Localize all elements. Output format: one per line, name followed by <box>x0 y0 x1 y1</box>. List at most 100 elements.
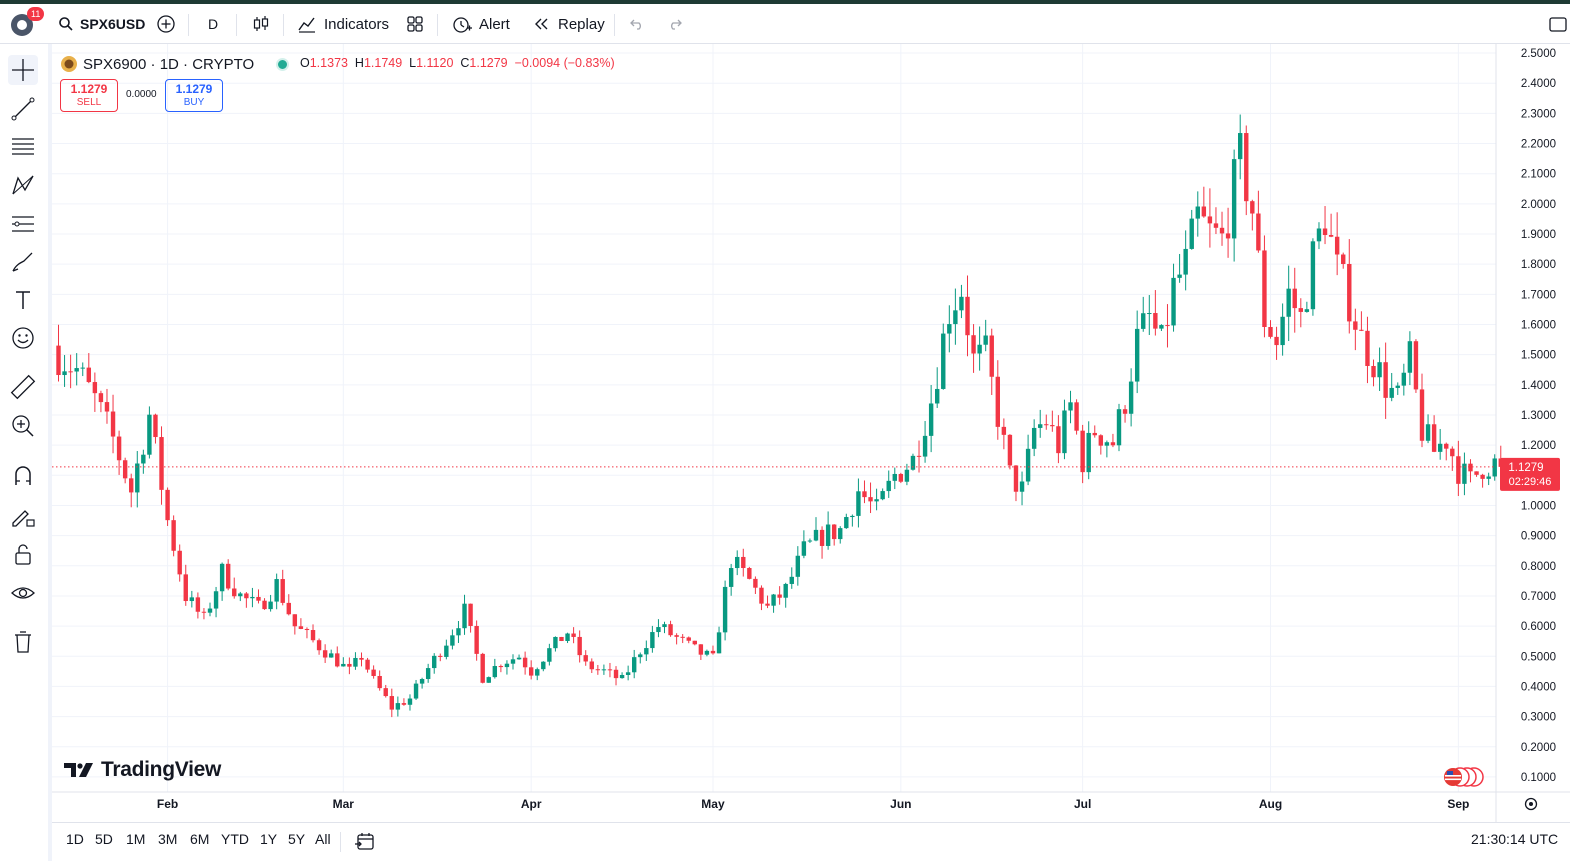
candle-body <box>468 603 473 626</box>
candle-body <box>135 463 140 493</box>
candle-body <box>292 614 298 627</box>
candle-body <box>1183 248 1188 275</box>
tool-crosshair[interactable] <box>8 55 38 85</box>
fullscreen-button[interactable] <box>1548 4 1568 44</box>
candle-body <box>110 411 116 437</box>
candle-body <box>1165 325 1170 327</box>
legend-title[interactable]: SPX6900 · 1D · CRYPTO <box>83 56 254 73</box>
candle-body <box>1086 432 1091 473</box>
replay-button[interactable]: Replay <box>532 4 605 44</box>
window-icon <box>1549 17 1567 32</box>
tool-lock[interactable] <box>8 539 38 569</box>
utc-clock[interactable]: 21:30:14 UTC <box>1471 831 1558 847</box>
tool-ruler[interactable] <box>8 372 38 402</box>
candle-body <box>335 653 340 667</box>
tool-eye[interactable] <box>8 578 38 608</box>
candle-body <box>207 608 213 613</box>
tool-magnet[interactable] <box>8 461 38 491</box>
price-axis-label: 0.9000 <box>1521 531 1556 543</box>
candle-body <box>1347 263 1352 322</box>
candle-body <box>304 628 310 631</box>
tool-fib[interactable] <box>8 132 38 162</box>
price-axis-label: 1.6000 <box>1521 320 1556 332</box>
range-button-1m[interactable]: 1M <box>126 831 145 847</box>
sell-button[interactable]: 1.1279 SELL <box>60 79 118 112</box>
candle-body <box>983 335 988 345</box>
indicators-icon <box>298 17 315 33</box>
candle-body <box>1456 456 1461 484</box>
candle-body <box>1031 427 1037 449</box>
price-axis-label: 0.8000 <box>1521 561 1556 573</box>
undo-button[interactable] <box>628 4 646 44</box>
zoom-in-icon <box>12 415 34 437</box>
candle-body <box>1486 476 1491 479</box>
candle-body <box>450 635 455 646</box>
candle-body <box>801 541 807 556</box>
candle-body <box>1110 442 1116 446</box>
candle-body <box>844 517 849 529</box>
price-axis-label: 0.5000 <box>1521 651 1556 663</box>
buy-button[interactable]: 1.1279 BUY <box>165 79 223 112</box>
candle-body <box>1238 133 1243 160</box>
tool-trendline[interactable] <box>8 94 38 124</box>
range-button-3m[interactable]: 3M <box>158 831 177 847</box>
candle-body <box>322 650 328 658</box>
price-axis-label: 0.2000 <box>1521 742 1556 754</box>
candle-body <box>1080 430 1085 473</box>
market-status-dot[interactable] <box>276 57 290 71</box>
compare-button[interactable] <box>156 4 176 44</box>
tool-zoom-in[interactable] <box>8 411 38 441</box>
tool-brush[interactable] <box>8 247 38 277</box>
fib-icon <box>12 138 34 155</box>
redo-button[interactable] <box>666 4 684 44</box>
notification-badge: 11 <box>27 7 45 21</box>
range-button-5d[interactable]: 5D <box>95 831 113 847</box>
range-button-all[interactable]: All <box>315 831 331 847</box>
chart-area[interactable]: 0.1000 0.2000 0.3000 0.4000 0.5000 0.6000 0.70… <box>52 44 1570 861</box>
tradingview-logo[interactable]: TradingView <box>64 758 221 782</box>
candle-body <box>1207 216 1213 224</box>
spread-value: 0.0000 <box>126 89 157 100</box>
chart-type-button[interactable] <box>251 4 271 44</box>
candle-body <box>274 579 279 602</box>
range-button-5y[interactable]: 5Y <box>288 831 305 847</box>
price-axis-label: 0.7000 <box>1521 591 1556 603</box>
price-axis-label: 1.4000 <box>1521 380 1556 392</box>
price-axis-label: 2.3000 <box>1521 108 1556 120</box>
candle-body <box>316 640 322 651</box>
price-chart[interactable]: 0.1000 0.2000 0.3000 0.4000 0.5000 0.6000 0.70… <box>52 44 1570 822</box>
candle-body <box>456 628 461 636</box>
symbol-search[interactable]: SPX6USD <box>58 4 145 44</box>
l-value: 1.1120 <box>416 56 454 70</box>
interval-button[interactable]: D <box>208 4 218 44</box>
range-button-1d[interactable]: 1D <box>66 831 84 847</box>
indicators-button[interactable]: Indicators <box>297 4 389 44</box>
candle-body <box>583 655 588 662</box>
candle-body <box>232 588 237 597</box>
tool-lock-draw[interactable] <box>8 500 38 530</box>
range-button-6m[interactable]: 6M <box>190 831 209 847</box>
candle-body <box>74 368 79 372</box>
tool-trash[interactable] <box>8 627 38 657</box>
range-button-ytd[interactable]: YTD <box>221 831 249 847</box>
currency-flags[interactable] <box>1443 767 1485 792</box>
alert-button[interactable]: Alert <box>451 4 510 44</box>
chart-background <box>52 44 1570 822</box>
time-axis-label: Sep <box>1447 797 1469 811</box>
h-label: H <box>354 56 364 70</box>
logo-button[interactable]: 11 <box>8 4 45 44</box>
candle-body <box>401 703 407 705</box>
date-range-button[interactable] <box>354 831 376 858</box>
range-button-1y[interactable]: 1Y <box>260 831 277 847</box>
tool-text[interactable] <box>8 285 38 315</box>
candle-body <box>971 335 976 354</box>
tool-pattern[interactable] <box>8 170 38 200</box>
tool-emoji[interactable] <box>8 323 38 353</box>
candle-body <box>771 594 776 606</box>
price-axis-label: 1.0000 <box>1521 500 1556 512</box>
candle-body <box>625 672 631 675</box>
layouts-button[interactable] <box>405 4 425 44</box>
tool-forecast[interactable] <box>8 209 38 239</box>
candle-body <box>341 663 346 667</box>
candle-body <box>692 640 697 645</box>
